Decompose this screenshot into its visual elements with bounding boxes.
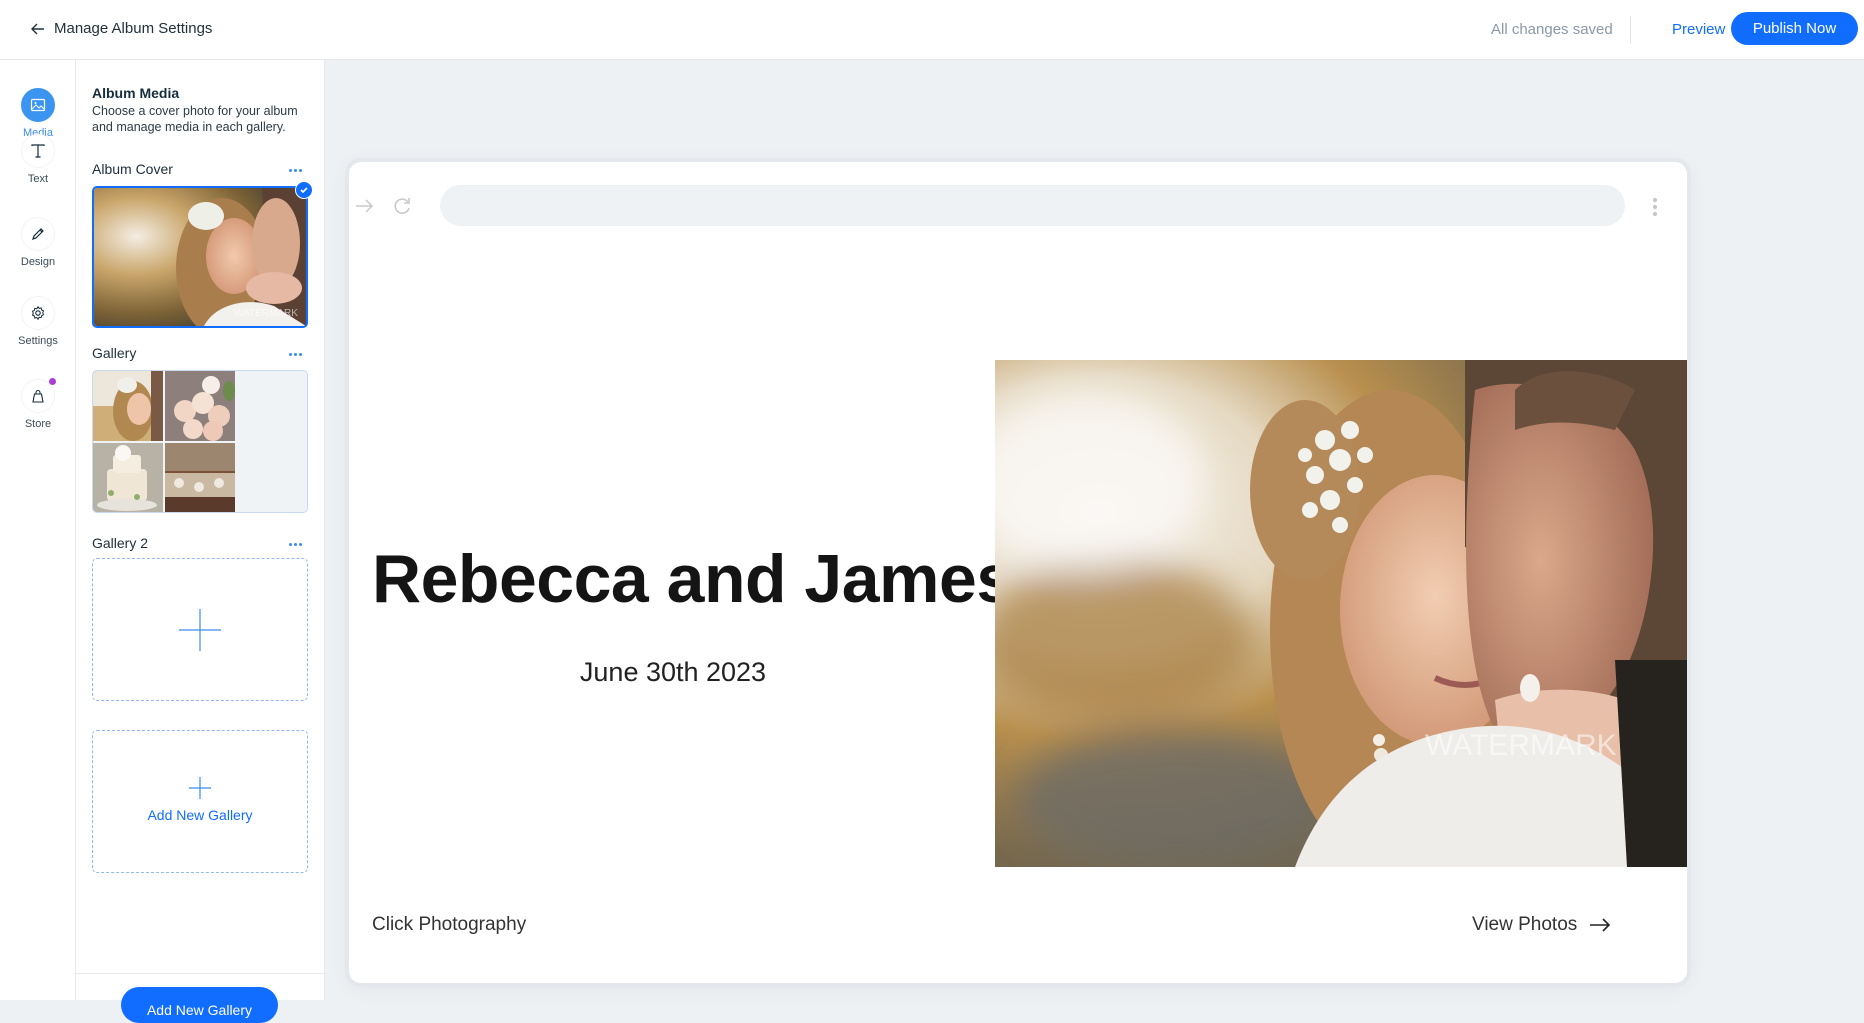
add-new-gallery-card[interactable]: Add New Gallery: [92, 730, 308, 873]
pencil-icon: [32, 228, 44, 240]
nav-store-circle: [21, 378, 56, 413]
album-media-panel: Album Media Choose a cover photo for you…: [76, 60, 325, 1023]
cover-watermark: WATERMARK: [234, 308, 298, 319]
add-new-gallery-button[interactable]: Add New Gallery: [121, 987, 278, 1023]
add-new-gallery-label: Add New Gallery: [147, 807, 253, 823]
gallery-thumb-cake[interactable]: [93, 443, 163, 513]
album-title: Rebecca and James: [372, 541, 1014, 617]
panel-footer-divider: [76, 973, 324, 974]
gallery-thumbnails[interactable]: [92, 370, 308, 513]
gallery-thumb-roses[interactable]: [165, 371, 235, 441]
nav-label: Text: [27, 173, 49, 185]
gallery-thumb-table[interactable]: [165, 443, 235, 513]
notification-dot: [49, 378, 56, 385]
text-icon: [31, 144, 45, 158]
nav-item-settings[interactable]: Settings: [0, 296, 76, 347]
nav-item-text[interactable]: Text: [0, 134, 76, 185]
cover-photo: WATERMARK: [94, 188, 306, 326]
nav-settings-circle: [21, 296, 55, 330]
header-divider: [1630, 16, 1631, 44]
left-nav: Media Text Design Settings Store: [0, 60, 76, 1000]
photo-watermark: WATERMARK: [1425, 729, 1617, 762]
browser-menu-icon[interactable]: [1651, 198, 1659, 220]
selected-check-icon: [295, 181, 313, 199]
view-photos-link[interactable]: View Photos: [1472, 914, 1611, 936]
panel-description: Choose a cover photo for your album and …: [92, 104, 298, 134]
reload-icon[interactable]: [391, 195, 413, 217]
gallery-more-button[interactable]: [284, 347, 306, 361]
photographer-name: Click Photography: [372, 914, 527, 935]
image-icon: [30, 98, 46, 112]
page-title: Manage Album Settings: [54, 20, 213, 37]
nav-label: Design: [20, 256, 56, 268]
back-arrow-icon[interactable]: [28, 19, 48, 39]
nav-item-store[interactable]: Store: [0, 378, 76, 430]
arrow-right-icon: [1590, 918, 1611, 932]
gallery-2-label: Gallery 2: [92, 535, 149, 551]
save-status: All changes saved: [1491, 21, 1613, 38]
shopping-bag-icon: [32, 389, 44, 403]
album-cover-image[interactable]: WATERMARK: [92, 186, 308, 328]
album-cover-more-button[interactable]: [284, 163, 306, 177]
nav-label: Settings: [18, 335, 58, 347]
gear-icon: [31, 305, 45, 321]
nav-media-circle: [21, 88, 55, 122]
plus-icon: [179, 608, 221, 651]
browser-mockup: Rebecca and James June 30th 2023 WATERMA…: [349, 162, 1687, 983]
nav-design-circle: [21, 217, 55, 251]
plus-icon: [189, 777, 211, 799]
album-date: June 30th 2023: [579, 657, 767, 687]
gallery-label: Gallery: [92, 345, 137, 361]
top-bar: Manage Album Settings All changes saved …: [0, 0, 1864, 60]
preview-button[interactable]: Preview: [1672, 21, 1725, 38]
nav-text-circle: [21, 134, 55, 168]
publish-button[interactable]: Publish Now: [1731, 12, 1858, 45]
gallery-2-more-button[interactable]: [284, 537, 306, 551]
address-bar[interactable]: [440, 185, 1625, 226]
forward-arrow-icon[interactable]: [353, 195, 375, 217]
view-photos-label: View Photos: [1472, 914, 1578, 935]
nav-label: Store: [24, 418, 52, 430]
gallery-thumb-couple[interactable]: [93, 371, 163, 441]
gallery-2-add-media[interactable]: [92, 558, 308, 701]
album-cover-photo: WATERMARK: [995, 360, 1687, 867]
couple-photo: WATERMARK: [995, 360, 1687, 867]
nav-item-media[interactable]: Media: [0, 88, 76, 139]
nav-item-design[interactable]: Design: [0, 217, 76, 268]
album-cover-label: Album Cover: [92, 161, 173, 177]
panel-title: Album Media: [92, 85, 180, 101]
